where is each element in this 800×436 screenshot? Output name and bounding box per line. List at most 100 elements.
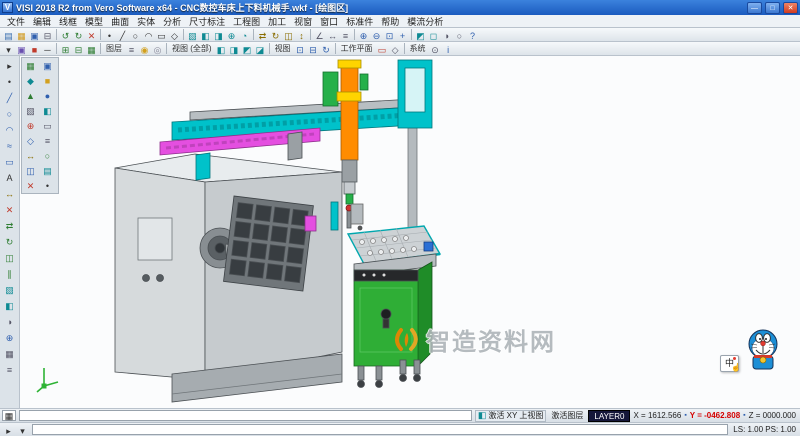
info-icon[interactable]: i xyxy=(442,43,455,55)
magenta-fixture[interactable] xyxy=(305,216,316,231)
palette-icon-7[interactable]: ▧ xyxy=(22,103,39,118)
offset-tool-icon[interactable]: ∥ xyxy=(1,265,19,281)
solid-tool-icon[interactable]: ◧ xyxy=(1,297,19,313)
text-tool-icon[interactable]: A xyxy=(1,169,19,185)
gantry-right-tower[interactable] xyxy=(398,60,432,236)
surface-icon[interactable]: ▧ xyxy=(186,29,199,41)
menu-item-2[interactable]: 线框 xyxy=(55,15,81,28)
props-tool-icon[interactable]: ≡ xyxy=(1,361,19,377)
dimension-icon[interactable]: ↔ xyxy=(326,29,339,41)
palette-icon-8[interactable]: ◧ xyxy=(39,103,56,118)
palette-icon-3[interactable]: ◆ xyxy=(22,73,39,88)
workplane-xy-icon[interactable]: ▭ xyxy=(376,43,389,55)
help-icon[interactable]: ? xyxy=(466,29,479,41)
mirror-tool-icon[interactable]: ◫ xyxy=(1,249,19,265)
menu-item-0[interactable]: 文件 xyxy=(3,15,29,28)
surface-tool-icon[interactable]: ▧ xyxy=(1,281,19,297)
zoom-all-icon[interactable]: ⊡ xyxy=(294,43,307,55)
point-tool-icon[interactable]: • xyxy=(1,73,19,89)
view-left-icon[interactable]: ◩ xyxy=(241,43,254,55)
arc-tool-icon[interactable]: ◠ xyxy=(1,121,19,137)
delete-icon[interactable]: ✕ xyxy=(85,29,98,41)
erase-tool-icon[interactable]: ✕ xyxy=(1,201,19,217)
circle-tool-icon[interactable]: ○ xyxy=(1,105,19,121)
line-tool-icon[interactable]: ╱ xyxy=(1,89,19,105)
palette-icon-17[interactable]: ✕ xyxy=(22,178,39,193)
layer-hidden-icon[interactable]: ◎ xyxy=(151,43,164,55)
rectangle-icon[interactable]: ▭ xyxy=(155,29,168,41)
undo-icon[interactable]: ↺ xyxy=(59,29,72,41)
line-style-icon[interactable]: ─ xyxy=(41,43,54,55)
palette-icon-18[interactable]: • xyxy=(39,178,56,193)
settings-icon[interactable]: ⊙ xyxy=(429,43,442,55)
selection-filter-icon[interactable]: ▾ xyxy=(2,43,15,55)
pan-icon[interactable]: + xyxy=(396,29,409,41)
rect-tool-icon[interactable]: ▭ xyxy=(1,153,19,169)
mirror-icon[interactable]: ◫ xyxy=(282,29,295,41)
menu-item-12[interactable]: 标准件 xyxy=(342,15,377,28)
translate-icon[interactable]: ⇄ xyxy=(256,29,269,41)
dimension-tool-icon[interactable]: ↔ xyxy=(1,185,19,201)
cyan-fixture[interactable] xyxy=(331,202,338,230)
layer-manager-icon[interactable]: ≡ xyxy=(125,43,138,55)
palette-icon-12[interactable]: ≡ xyxy=(39,133,56,148)
palette-icon-15[interactable]: ◫ xyxy=(22,163,39,178)
array-icon[interactable]: ▦ xyxy=(85,43,98,55)
menu-item-9[interactable]: 加工 xyxy=(264,15,290,28)
command-history-icon[interactable]: ▸ xyxy=(2,424,15,436)
view-front-icon[interactable]: ◻ xyxy=(427,29,440,41)
layer-visible-icon[interactable]: ◉ xyxy=(138,43,151,55)
palette-icon-10[interactable]: ▭ xyxy=(39,118,56,133)
layers-icon[interactable]: ≡ xyxy=(339,29,352,41)
active-layer-value[interactable]: LAYER0 xyxy=(588,410,630,422)
menu-item-10[interactable]: 视窗 xyxy=(290,15,316,28)
circle-icon[interactable]: ○ xyxy=(129,29,142,41)
shell-icon[interactable]: ◨ xyxy=(212,29,225,41)
move-tool-icon[interactable]: ⇄ xyxy=(1,217,19,233)
view-right-icon[interactable]: ◪ xyxy=(254,43,267,55)
active-view-chip[interactable]: ◧ 激活 XY 上视图 xyxy=(475,410,547,422)
attributes-icon[interactable]: ▣ xyxy=(15,43,28,55)
zoom-out-icon[interactable]: ⊖ xyxy=(370,29,383,41)
snap-toggle[interactable]: ▦ xyxy=(2,410,16,421)
arc-icon[interactable]: ◠ xyxy=(142,29,155,41)
viewport[interactable]: ▦▣◆■▲●▧◧⊕▭◇≡↔○◫▤✕• xyxy=(20,56,800,408)
paste-icon[interactable]: ⊟ xyxy=(72,43,85,55)
rotate-tool-icon[interactable]: ↻ xyxy=(1,233,19,249)
menu-item-5[interactable]: 实体 xyxy=(133,15,159,28)
view-top-icon[interactable]: ◧ xyxy=(215,43,228,55)
select-tool-icon[interactable]: ▸ xyxy=(1,57,19,73)
boolean-icon[interactable]: ⊕ xyxy=(225,29,238,41)
machine-door[interactable] xyxy=(224,196,314,291)
redo-icon[interactable]: ↻ xyxy=(72,29,85,41)
menu-item-1[interactable]: 编辑 xyxy=(29,15,55,28)
palette-icon-13[interactable]: ↔ xyxy=(22,148,39,163)
zoom-in-icon[interactable]: ⊕ xyxy=(357,29,370,41)
view-iso-icon[interactable]: ◩ xyxy=(414,29,427,41)
open-file-icon[interactable]: ▦ xyxy=(15,29,28,41)
menu-item-7[interactable]: 尺寸标注 xyxy=(185,15,229,28)
color-swatch-icon[interactable]: ■ xyxy=(28,43,41,55)
grid-tool-icon[interactable]: ▦ xyxy=(1,345,19,361)
gripper-assembly[interactable] xyxy=(342,160,363,230)
menu-item-13[interactable]: 帮助 xyxy=(377,15,403,28)
copy-icon[interactable]: ⊞ xyxy=(59,43,72,55)
maximize-button[interactable]: □ xyxy=(765,2,780,14)
redraw-icon[interactable]: ↻ xyxy=(320,43,333,55)
shaded-view-icon[interactable]: ◑ xyxy=(440,29,453,41)
menu-item-6[interactable]: 分析 xyxy=(159,15,185,28)
palette-icon-9[interactable]: ⊕ xyxy=(22,118,39,133)
close-button[interactable]: ✕ xyxy=(783,2,798,14)
palette-icon-11[interactable]: ◇ xyxy=(22,133,39,148)
shade-tool-icon[interactable]: ◑ xyxy=(1,313,19,329)
fillet-icon[interactable]: ◔ xyxy=(238,29,251,41)
save-icon[interactable]: ▣ xyxy=(28,29,41,41)
menu-item-4[interactable]: 曲面 xyxy=(107,15,133,28)
polygon-icon[interactable]: ◇ xyxy=(168,29,181,41)
new-file-icon[interactable]: ▤ xyxy=(2,29,15,41)
parts-station[interactable] xyxy=(348,226,440,388)
minimize-button[interactable]: — xyxy=(747,2,762,14)
zoom-previous-icon[interactable]: ⊟ xyxy=(307,43,320,55)
line-icon[interactable]: ╱ xyxy=(116,29,129,41)
menu-item-8[interactable]: 工程图 xyxy=(229,15,264,28)
